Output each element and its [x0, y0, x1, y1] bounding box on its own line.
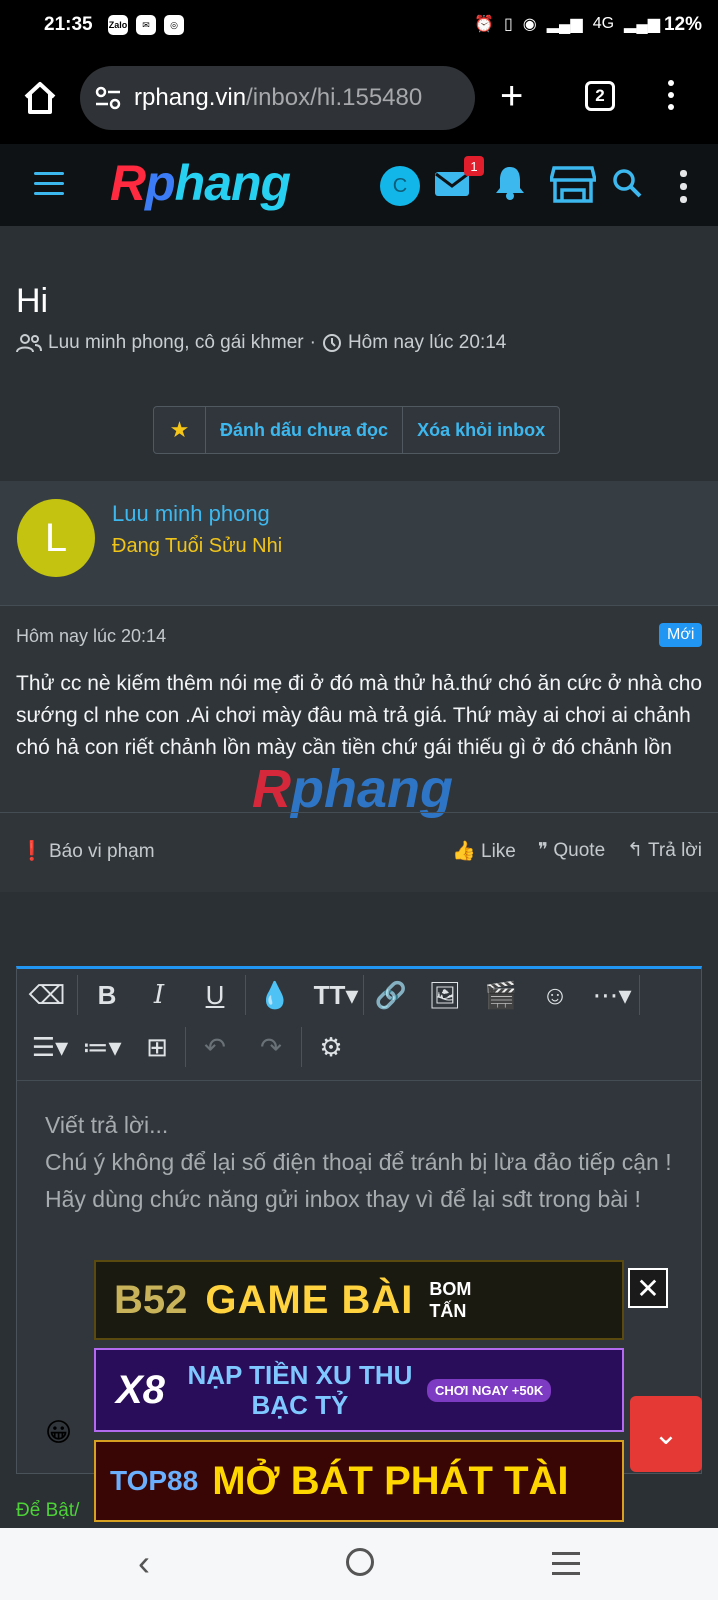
thread-time: Hôm nay lúc 20:14	[347, 332, 507, 353]
home-icon[interactable]	[20, 78, 60, 118]
mark-unread-button[interactable]: Đánh dấu chưa đọc	[206, 407, 404, 453]
notification-hint[interactable]: Để Bật/	[16, 1500, 79, 1522]
reply-button[interactable]: ↰ Trả lời	[627, 839, 702, 863]
chevron-down-icon: ⌄	[653, 1417, 679, 1451]
scroll-down-button[interactable]: ⌄	[630, 1396, 702, 1472]
italic-icon[interactable]: I	[139, 975, 179, 1015]
editor-toolbar: ⌫ B I U 💧 TT▾ 🔗 🖼 🎬 ☺ ⋯▾ ☰▾ ≔▾ ⊞ ↶ ↷ ⚙	[17, 969, 701, 1081]
bell-icon[interactable]	[494, 164, 526, 200]
message-post: Hôm nay lúc 20:14 Mới Thử cc nè kiếm thê…	[0, 606, 718, 892]
thumbs-up-icon: 👍	[452, 841, 476, 862]
post-footer: ❗ Báo vi phạm 👍 Like ❞ Quote ↰ Trả lời	[0, 812, 718, 892]
status-time: 21:35	[44, 14, 93, 35]
message-body: Thử cc nè kiếm thêm nói mẹ đi ở đó mà th…	[16, 672, 703, 759]
ad-banner-top88[interactable]: TOP88 MỞ BÁT PHÁT TÀI	[94, 1440, 624, 1522]
ad-banner-b52[interactable]: B52 GAME BÀI BOM TẤN	[94, 1260, 624, 1340]
inbox-badge: 1	[464, 156, 484, 176]
instagram-icon: ◎	[164, 15, 184, 35]
clock-icon	[322, 334, 341, 352]
site-menu-icon[interactable]	[680, 170, 687, 209]
bold-icon[interactable]: B	[87, 975, 127, 1015]
thread-action-group: ★ Đánh dấu chưa đọc Xóa khỏi inbox	[153, 406, 561, 454]
text-size-icon[interactable]: TT▾	[311, 975, 361, 1015]
report-link[interactable]: ❗ Báo vi phạm	[20, 839, 155, 863]
hamburger-menu-icon[interactable]	[34, 172, 64, 202]
messenger-icon: ✉	[136, 15, 156, 35]
settings-gear-icon[interactable]: ⚙	[311, 1027, 351, 1067]
redo-icon[interactable]: ↷	[251, 1027, 291, 1067]
image-icon[interactable]: 🖼	[425, 975, 465, 1015]
browser-toolbar: rphang.vin/inbox/hi.155480 + 2	[0, 52, 718, 144]
author-avatar[interactable]: L	[17, 499, 95, 577]
alarm-icon: ⏰	[474, 16, 494, 33]
more-options-icon[interactable]: ⋯▾	[589, 975, 635, 1015]
remove-inbox-button[interactable]: Xóa khỏi inbox	[403, 407, 559, 453]
like-button[interactable]: 👍 Like	[452, 839, 516, 863]
signal-icon: ▂▄▆	[546, 16, 583, 33]
post-date[interactable]: Hôm nay lúc 20:14	[16, 626, 166, 647]
video-icon[interactable]: 🎬	[481, 975, 521, 1015]
thread-meta: Luu minh phong, cô gái khmer · Hôm nay l…	[16, 332, 506, 354]
star-icon: ★	[169, 417, 190, 442]
url-host: rphang.vin	[134, 84, 247, 111]
new-badge: Mới	[659, 623, 703, 647]
list-icon[interactable]: ≔▾	[79, 1027, 125, 1067]
user-title: Đang Tuổi Sửu Nhi	[112, 535, 283, 557]
user-avatar[interactable]: C	[380, 166, 420, 206]
underline-icon[interactable]: U	[195, 975, 235, 1015]
eraser-icon[interactable]: ⌫	[27, 975, 67, 1015]
close-ad-button[interactable]: ✕	[628, 1268, 668, 1308]
post-header: L Luu minh phong Đang Tuổi Sửu Nhi	[0, 481, 718, 606]
ad-banner-x8[interactable]: X8 NẠP TIỀN XU THU BẠC TỶ CHƠI NGAY +50K	[94, 1348, 624, 1432]
battery-level: 12%	[663, 14, 702, 35]
android-nav-bar: ‹	[0, 1528, 718, 1600]
star-button[interactable]: ★	[154, 407, 206, 453]
reply-textarea[interactable]: Viết trả lời... Chú ý không để lại số đi…	[45, 1107, 685, 1218]
undo-icon[interactable]: ↶	[195, 1027, 235, 1067]
participants[interactable]: Luu minh phong, cô gái khmer	[48, 332, 304, 354]
link-icon[interactable]: 🔗	[371, 975, 411, 1015]
status-bar: 21:35 Zalo ✉ ◎ ⏰ ▯ ◉ ▂▄▆ 4G ▂▄▆ 12%	[0, 0, 718, 52]
new-tab-icon[interactable]: +	[500, 76, 523, 116]
browser-menu-icon[interactable]	[668, 80, 676, 116]
search-icon[interactable]	[612, 168, 642, 198]
emoji-picker-icon[interactable]: 😀	[45, 1417, 72, 1448]
table-icon[interactable]: ⊞	[137, 1027, 177, 1067]
vibrate-icon: ▯	[503, 16, 513, 33]
signal-icon-2: ▂▄▆	[624, 16, 660, 33]
url-path: /inbox/hi.155480	[246, 84, 423, 111]
recent-apps-icon[interactable]	[552, 1552, 580, 1582]
quote-button[interactable]: ❞ Quote	[538, 839, 605, 863]
color-drop-icon[interactable]: 💧	[255, 975, 295, 1015]
tab-switcher-button[interactable]: 2	[585, 81, 615, 111]
page-title: Hi	[16, 282, 49, 320]
close-icon: ✕	[636, 1272, 660, 1304]
smiley-icon[interactable]: ☺	[535, 975, 575, 1015]
author-name[interactable]: Luu minh phong	[112, 501, 270, 527]
participants-icon	[16, 334, 42, 353]
align-icon[interactable]: ☰▾	[27, 1027, 73, 1067]
hotspot-icon: ◉	[522, 16, 537, 33]
home-circle-icon[interactable]	[346, 1548, 374, 1576]
store-icon[interactable]	[550, 164, 596, 204]
site-settings-icon[interactable]	[94, 84, 122, 112]
network-label: 4G	[592, 15, 615, 32]
site-logo[interactable]: Rphang	[110, 154, 291, 212]
meta-separator: ·	[309, 332, 316, 353]
watermark-logo: Rphang	[252, 759, 453, 819]
reply-icon: ↰	[627, 840, 644, 861]
back-icon[interactable]: ‹	[138, 1542, 150, 1584]
address-bar[interactable]: rphang.vin/inbox/hi.155480	[80, 66, 475, 130]
quote-icon: ❞	[537, 840, 549, 861]
alert-icon: ❗	[20, 841, 44, 862]
zalo-icon: Zalo	[108, 15, 128, 35]
site-header: Rphang C 1	[0, 144, 718, 226]
